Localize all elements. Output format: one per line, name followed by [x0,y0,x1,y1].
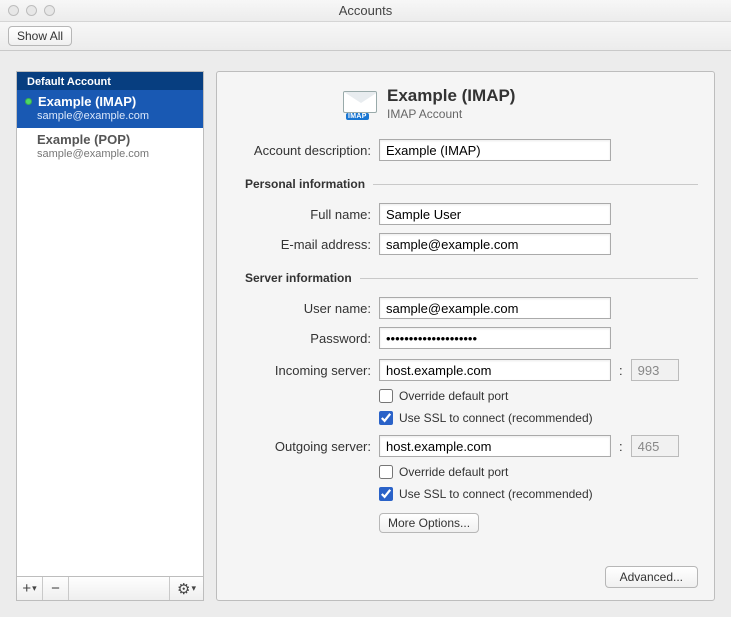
sidebar-toolbar: +▾ − ⚙▾ [16,577,204,601]
password-label: Password: [233,331,371,346]
incoming-server-label: Incoming server: [233,363,371,378]
outgoing-use-ssl-checkbox[interactable] [379,487,393,501]
override-port-label: Override default port [399,465,508,479]
accounts-list: Default Account Example (IMAP) sample@ex… [16,71,204,577]
incoming-server-field[interactable] [379,359,611,381]
detail-header: IMAP Example (IMAP) IMAP Account [233,86,698,121]
account-options-button[interactable]: ⚙▾ [169,577,203,600]
account-item-imap[interactable]: Example (IMAP) sample@example.com [17,90,203,128]
use-ssl-label: Use SSL to connect (recommended) [399,411,593,425]
dropdown-caret-icon: ▾ [191,583,196,594]
email-label: E-mail address: [233,237,371,252]
dropdown-caret-icon: ▾ [32,583,37,594]
zoom-window-icon[interactable] [44,5,55,16]
account-email: sample@example.com [37,110,193,122]
more-options-button[interactable]: More Options... [379,513,479,533]
account-detail-panel: IMAP Example (IMAP) IMAP Account Account… [216,71,715,601]
outgoing-override-port-checkbox[interactable] [379,465,393,479]
account-item-pop[interactable]: Example (POP) sample@example.com [17,128,203,166]
description-field[interactable] [379,139,611,161]
protocol-badge: IMAP [346,113,369,120]
accounts-sidebar: Default Account Example (IMAP) sample@ex… [16,71,204,601]
detail-subtitle: IMAP Account [387,107,515,121]
default-account-header: Default Account [17,72,203,90]
incoming-override-port-checkbox[interactable] [379,389,393,403]
outgoing-server-field[interactable] [379,435,611,457]
email-field[interactable] [379,233,611,255]
titlebar: Accounts [0,0,731,22]
add-account-button[interactable]: +▾ [17,577,43,600]
port-separator: : [619,363,623,378]
account-name: Example (IMAP) [38,94,136,109]
section-title: Personal information [245,177,365,191]
remove-account-button[interactable]: − [43,577,69,600]
user-name-field[interactable] [379,297,611,319]
use-ssl-label: Use SSL to connect (recommended) [399,487,593,501]
minimize-window-icon[interactable] [26,5,37,16]
content-area: Default Account Example (IMAP) sample@ex… [0,51,731,617]
outgoing-server-label: Outgoing server: [233,439,371,454]
server-info-header: Server information [245,271,698,285]
show-all-button[interactable]: Show All [8,26,72,46]
toolbar: Show All [0,22,731,51]
incoming-port-field [631,359,679,381]
advanced-button[interactable]: Advanced... [605,566,698,588]
description-label: Account description: [233,143,371,158]
full-name-label: Full name: [233,207,371,222]
window-title: Accounts [339,3,392,18]
online-status-icon [25,98,32,105]
mail-icon: IMAP [343,91,377,117]
detail-title: Example (IMAP) [387,86,515,106]
account-email: sample@example.com [37,148,193,160]
detail-footer: Advanced... [233,558,698,588]
gear-icon: ⚙ [177,580,190,598]
close-window-icon[interactable] [8,5,19,16]
personal-info-header: Personal information [245,177,698,191]
incoming-use-ssl-checkbox[interactable] [379,411,393,425]
override-port-label: Override default port [399,389,508,403]
user-name-label: User name: [233,301,371,316]
account-name: Example (POP) [37,132,130,147]
password-field[interactable] [379,327,611,349]
port-separator: : [619,439,623,454]
account-form: Account description: Personal informatio… [233,139,698,533]
full-name-field[interactable] [379,203,611,225]
outgoing-port-field [631,435,679,457]
traffic-lights [8,5,55,16]
plus-icon: + [22,580,31,597]
section-title: Server information [245,271,352,285]
